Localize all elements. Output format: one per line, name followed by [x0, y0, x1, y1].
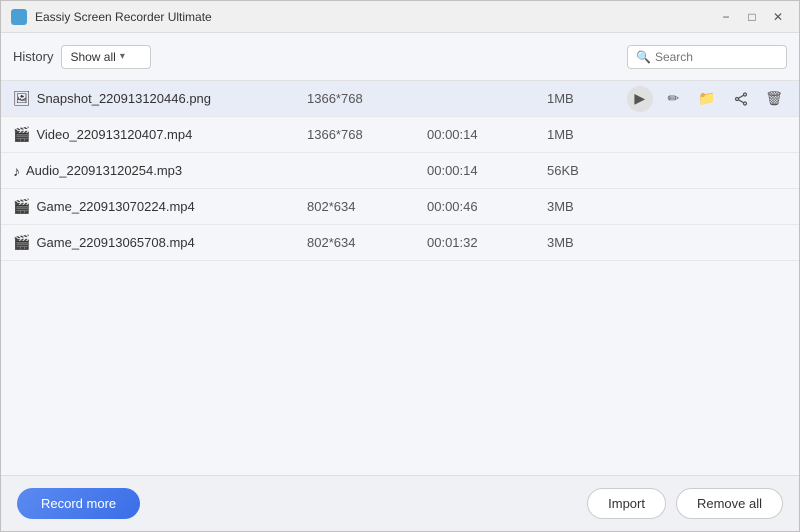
col-resolution: 1366*768 [307, 91, 427, 106]
col-duration: 00:00:14 [427, 163, 547, 178]
file-icon: 🎬 [13, 198, 30, 215]
col-size: 1MB [547, 91, 627, 106]
app-title: Eassiy Screen Recorder Ultimate [35, 10, 715, 24]
col-size: 3MB [547, 199, 627, 214]
col-resolution: 1366*768 [307, 127, 427, 142]
play-button[interactable]: ▶ [627, 86, 653, 112]
share-button[interactable] [728, 86, 754, 112]
table-row[interactable]: ♪ Audio_220913120254.mp3 00:00:14 56KB [1, 153, 799, 189]
import-button[interactable]: Import [587, 488, 666, 519]
col-size: 56KB [547, 163, 627, 178]
app-icon [11, 9, 27, 25]
row-name: ♪ Audio_220913120254.mp3 [13, 163, 307, 179]
footer-right-actions: Import Remove all [587, 488, 783, 519]
search-input[interactable] [655, 50, 775, 64]
edit-button[interactable]: ✏ [661, 86, 687, 112]
chevron-down-icon: ▾ [120, 51, 125, 62]
row-name: 🎬 Game_220913070224.mp4 [13, 198, 307, 215]
row-actions: ▶ ✏ 📁 🗑 [627, 86, 787, 112]
table-row[interactable]: 🖼 Snapshot_220913120446.png 1366*768 1MB… [1, 81, 799, 117]
col-resolution: 802*634 [307, 199, 427, 214]
table-row[interactable]: 🎬 Game_220913070224.mp4 802*634 00:00:46… [1, 189, 799, 225]
file-name: Video_220913120407.mp4 [36, 127, 192, 142]
maximize-button[interactable]: □ [741, 6, 763, 28]
file-name: Snapshot_220913120446.png [37, 91, 211, 106]
window-controls: − □ ✕ [715, 6, 789, 28]
folder-button[interactable]: 📁 [694, 86, 720, 112]
file-icon: 🖼 [13, 90, 31, 107]
minimize-button[interactable]: − [715, 6, 737, 28]
search-box: 🔍 [627, 45, 787, 69]
main-window: Eassiy Screen Recorder Ultimate − □ ✕ Hi… [0, 0, 800, 532]
record-more-button[interactable]: Record more [17, 488, 140, 519]
filter-value: Show all [70, 50, 115, 64]
records-list: 🖼 Snapshot_220913120446.png 1366*768 1MB… [1, 81, 799, 475]
col-duration: 00:00:14 [427, 127, 547, 142]
row-name: 🎬 Game_220913065708.mp4 [13, 234, 307, 251]
file-name: Audio_220913120254.mp3 [26, 163, 182, 178]
file-icon: ♪ [13, 163, 20, 179]
col-size: 1MB [547, 127, 627, 142]
footer: Record more Import Remove all [1, 475, 799, 531]
history-label: History [13, 49, 53, 64]
file-icon: 🎬 [13, 234, 30, 251]
search-icon: 🔍 [636, 50, 651, 64]
table-row[interactable]: 🎬 Game_220913065708.mp4 802*634 00:01:32… [1, 225, 799, 261]
col-size: 3MB [547, 235, 627, 250]
file-icon: 🎬 [13, 126, 30, 143]
filter-dropdown[interactable]: Show all ▾ [61, 45, 151, 69]
col-duration: 00:00:46 [427, 199, 547, 214]
delete-button[interactable]: 🗑 [761, 86, 787, 112]
title-bar: Eassiy Screen Recorder Ultimate − □ ✕ [1, 1, 799, 33]
col-duration: 00:01:32 [427, 235, 547, 250]
file-name: Game_220913070224.mp4 [36, 199, 194, 214]
col-resolution: 802*634 [307, 235, 427, 250]
row-name: 🖼 Snapshot_220913120446.png [13, 90, 307, 107]
remove-all-button[interactable]: Remove all [676, 488, 783, 519]
table-row[interactable]: 🎬 Video_220913120407.mp4 1366*768 00:00:… [1, 117, 799, 153]
row-name: 🎬 Video_220913120407.mp4 [13, 126, 307, 143]
file-name: Game_220913065708.mp4 [36, 235, 194, 250]
toolbar: History Show all ▾ 🔍 [1, 33, 799, 81]
close-button[interactable]: ✕ [767, 6, 789, 28]
